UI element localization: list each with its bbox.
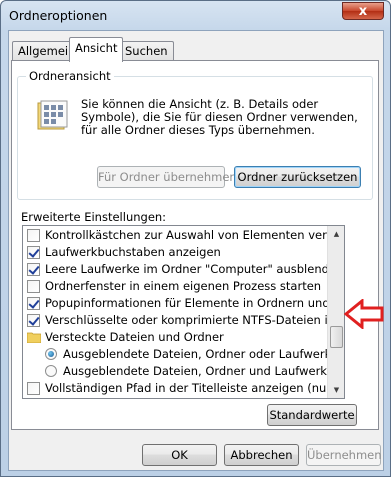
list-item-label: Leere Laufwerke im Ordner "Computer" aus…: [45, 262, 328, 276]
settings-list-content: Kontrollkästchen zur Auswahl von Element…: [23, 226, 328, 398]
list-item[interactable]: Ausgeblendete Dateien, Ordner oder Laufw…: [23, 346, 328, 362]
checkbox-popup-info[interactable]: [27, 297, 40, 310]
folder-icon: [27, 332, 41, 343]
list-item-label: Ausgeblendete Dateien, Ordner oder Laufw…: [63, 347, 328, 361]
list-item-label: Laufwerkbuchstaben anzeigen: [45, 245, 221, 259]
list-item[interactable]: Kontrollkästchen zur Auswahl von Element…: [23, 227, 328, 243]
list-item[interactable]: Laufwerkbuchstaben anzeigen: [23, 244, 328, 260]
tab-suchen[interactable]: Suchen: [119, 41, 174, 61]
list-item-label: Popupinformationen für Elemente in Ordne…: [45, 296, 328, 310]
folder-view-icon: [37, 100, 68, 130]
radio-show-hidden-files[interactable]: [45, 365, 57, 377]
list-item-label: Kontrollkästchen zur Auswahl von Element…: [45, 228, 328, 242]
dialog-window: Ordneroptionen x Allgemein Ansicht Suche…: [0, 0, 391, 477]
list-item[interactable]: Ausgeblendete Dateien, Ordner und Laufwe…: [23, 363, 328, 379]
ok-button[interactable]: OK: [142, 444, 217, 466]
vertical-scrollbar[interactable]: ▲ ▼: [327, 226, 344, 398]
folder-view-description: Sie können die Ansicht (z. B. Details od…: [81, 97, 358, 137]
apply-button[interactable]: Übernehmen: [306, 444, 382, 466]
list-item-label: Verschlüsselte oder komprimierte NTFS-Da…: [45, 313, 328, 327]
list-item[interactable]: Verschlüsselte oder komprimierte NTFS-Da…: [23, 312, 328, 328]
folder-view-group: Ordneransicht Sie können die Ansicht (z.…: [17, 69, 373, 200]
checkbox-item-selection[interactable]: [27, 229, 40, 242]
scroll-up-icon[interactable]: ▲: [329, 226, 344, 242]
scroll-down-icon[interactable]: ▼: [329, 382, 344, 398]
checkbox-full-path[interactable]: [27, 382, 40, 395]
list-item[interactable]: Popupinformationen für Elemente in Ordne…: [23, 295, 328, 311]
checkbox-drive-letters[interactable]: [27, 246, 40, 259]
checkbox-hide-empty-drives[interactable]: [27, 263, 40, 276]
list-item[interactable]: Leere Laufwerke im Ordner "Computer" aus…: [23, 261, 328, 277]
radio-hide-hidden-files[interactable]: [45, 348, 57, 360]
tab-panel-ansicht: Ordneransicht Sie können die Ansicht (z.…: [11, 60, 379, 430]
checkbox-ntfs-color[interactable]: [27, 314, 40, 327]
cancel-button[interactable]: Abbrechen: [224, 444, 299, 466]
reset-folders-button[interactable]: Ordner zurücksetzen: [234, 166, 361, 188]
list-item-label: Vollständigen Pfad in der Titelleiste an…: [45, 381, 328, 395]
dialog-client: Allgemein Ansicht Suchen Ordneransicht S…: [8, 30, 384, 471]
advanced-settings-list[interactable]: Kontrollkästchen zur Auswahl von Element…: [22, 225, 345, 399]
title-bar[interactable]: Ordneroptionen x: [1, 1, 390, 31]
close-button[interactable]: x: [342, 2, 384, 20]
window-title: Ordneroptionen: [9, 8, 108, 23]
apply-to-folders-button[interactable]: Für Ordner übernehmen: [97, 166, 237, 188]
group-title: Ordneransicht: [26, 69, 114, 83]
list-item-label: Ausgeblendete Dateien, Ordner und Laufwe…: [63, 364, 328, 378]
red-arrow-annotation: [344, 299, 384, 329]
list-item[interactable]: Vollständigen Pfad in der Titelleiste an…: [23, 380, 328, 396]
restore-defaults-button[interactable]: Standardwerte: [267, 404, 357, 426]
close-icon: x: [358, 3, 368, 19]
list-item[interactable]: Ordnerfenster in einem eigenen Prozess s…: [23, 278, 328, 294]
scroll-thumb[interactable]: [330, 326, 343, 348]
advanced-settings-label: Erweiterte Einstellungen:: [21, 210, 167, 224]
checkbox-separate-process[interactable]: [27, 280, 40, 293]
list-item: Versteckte Dateien und Ordner: [23, 329, 328, 345]
list-item-label: Versteckte Dateien und Ordner: [45, 330, 224, 344]
tab-ansicht[interactable]: Ansicht: [69, 37, 124, 62]
list-item-label: Ordnerfenster in einem eigenen Prozess s…: [45, 279, 322, 293]
